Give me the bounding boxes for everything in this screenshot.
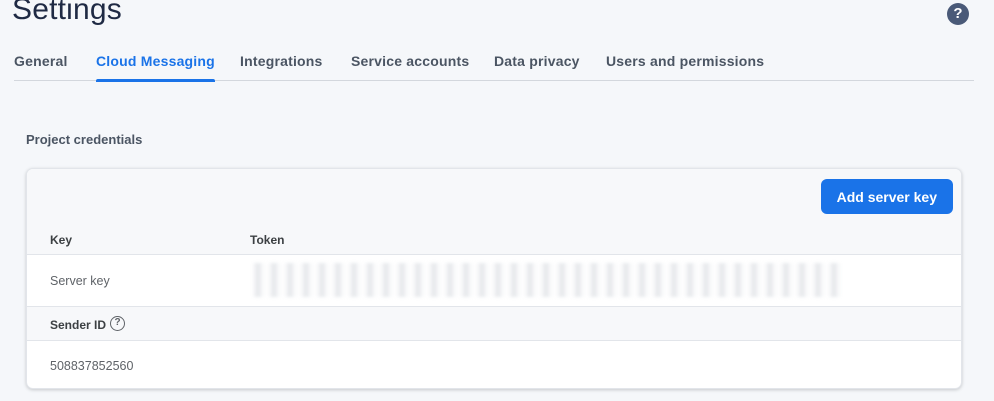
- tab-service-accounts[interactable]: Service accounts: [351, 53, 469, 81]
- card-header: Add server key Key Token: [27, 169, 961, 255]
- page-title: Settings: [12, 0, 122, 26]
- settings-tabs: General Cloud Messaging Integrations Ser…: [14, 53, 974, 82]
- credentials-card: Add server key Key Token Server key Send…: [26, 168, 962, 389]
- settings-page: Settings ? General Cloud Messaging Integ…: [0, 0, 994, 401]
- table-row-server-key: Server key: [27, 255, 961, 307]
- tab-cloud-messaging[interactable]: Cloud Messaging: [96, 53, 215, 82]
- tab-integrations[interactable]: Integrations: [240, 53, 323, 81]
- token-value-redacted[interactable]: [252, 263, 842, 297]
- sender-id-value: 508837852560: [50, 359, 134, 373]
- help-icon[interactable]: ?: [947, 3, 969, 25]
- add-server-key-button[interactable]: Add server key: [820, 179, 953, 214]
- info-circle-icon[interactable]: ?: [110, 316, 125, 331]
- sender-id-label: Sender ID: [50, 318, 107, 332]
- server-key-label: Server key: [50, 274, 110, 288]
- tab-general[interactable]: General: [14, 53, 68, 81]
- tab-users-and-permissions[interactable]: Users and permissions: [606, 53, 764, 81]
- section-title: Project credentials: [26, 132, 143, 147]
- column-header-token: Token: [250, 233, 285, 247]
- column-header-key: Key: [50, 233, 73, 247]
- sender-id-header: Sender ID ?: [27, 307, 961, 341]
- tab-data-privacy[interactable]: Data privacy: [494, 53, 580, 81]
